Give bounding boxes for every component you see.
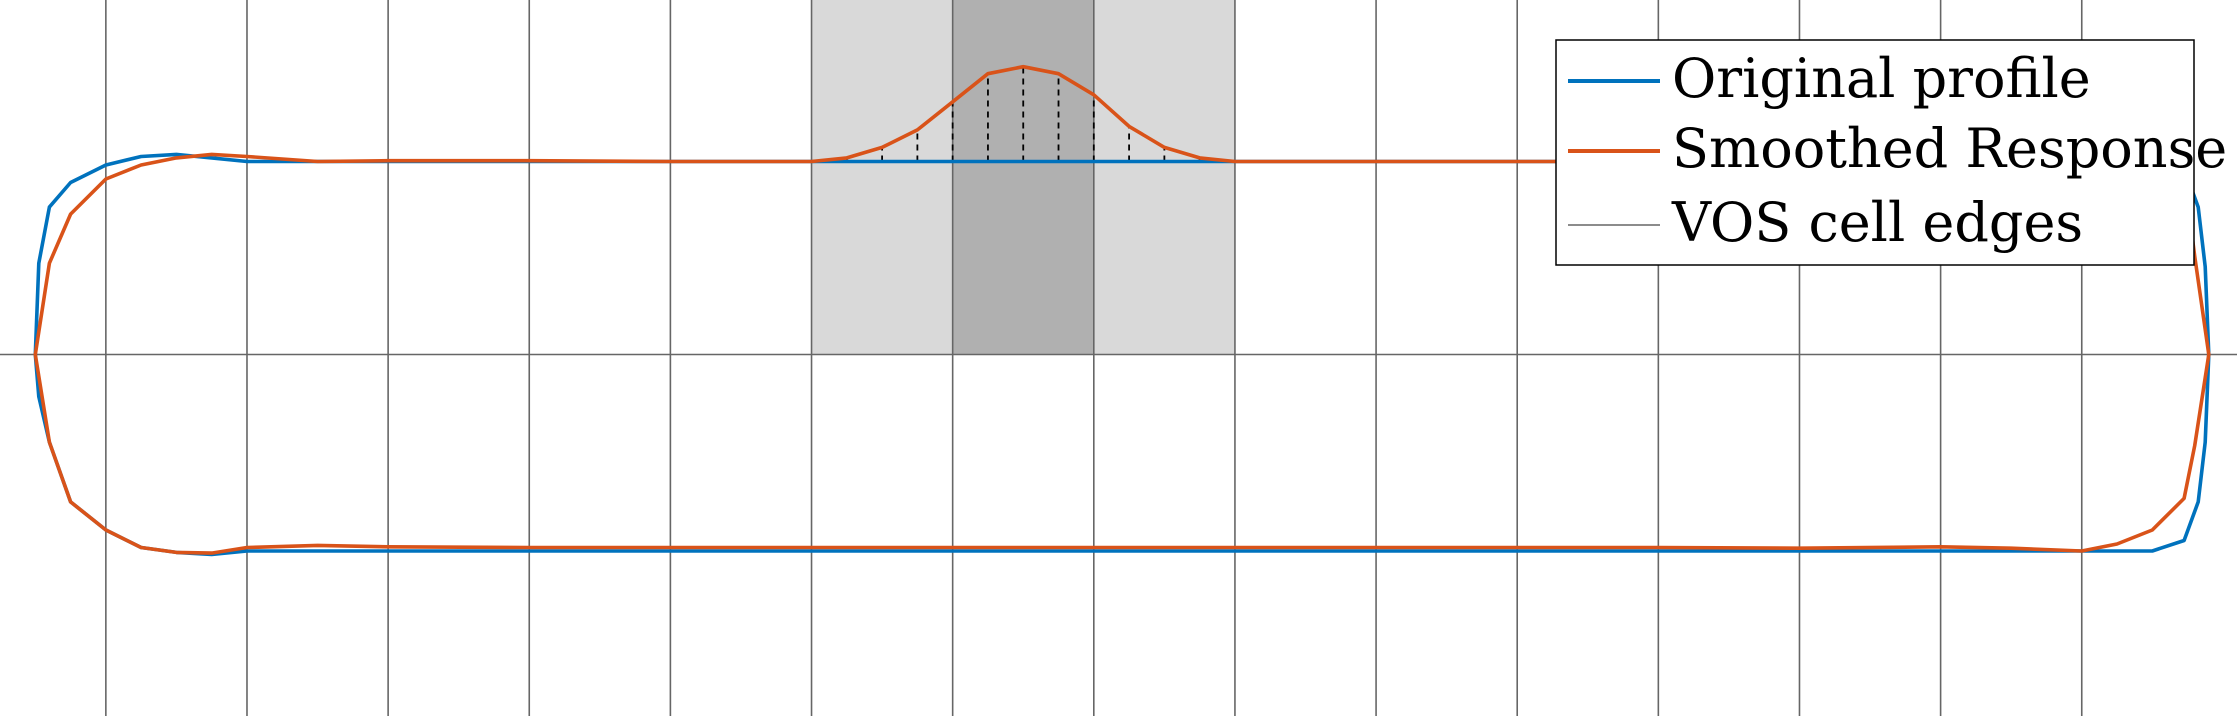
- legend: Original profile Smoothed Response VOS c…: [1555, 39, 2227, 266]
- shaded-region-dark: [952, 0, 1094, 355]
- legend-label-smoothed-response: Smoothed Response: [1672, 117, 2227, 180]
- chart: Original profile Smoothed Response VOS c…: [0, 0, 2237, 716]
- legend-label-original-profile: Original profile: [1672, 47, 2091, 110]
- legend-label-vos-cell-edges: VOS cell edges: [1671, 191, 2083, 254]
- shaded-regions: [811, 0, 1235, 355]
